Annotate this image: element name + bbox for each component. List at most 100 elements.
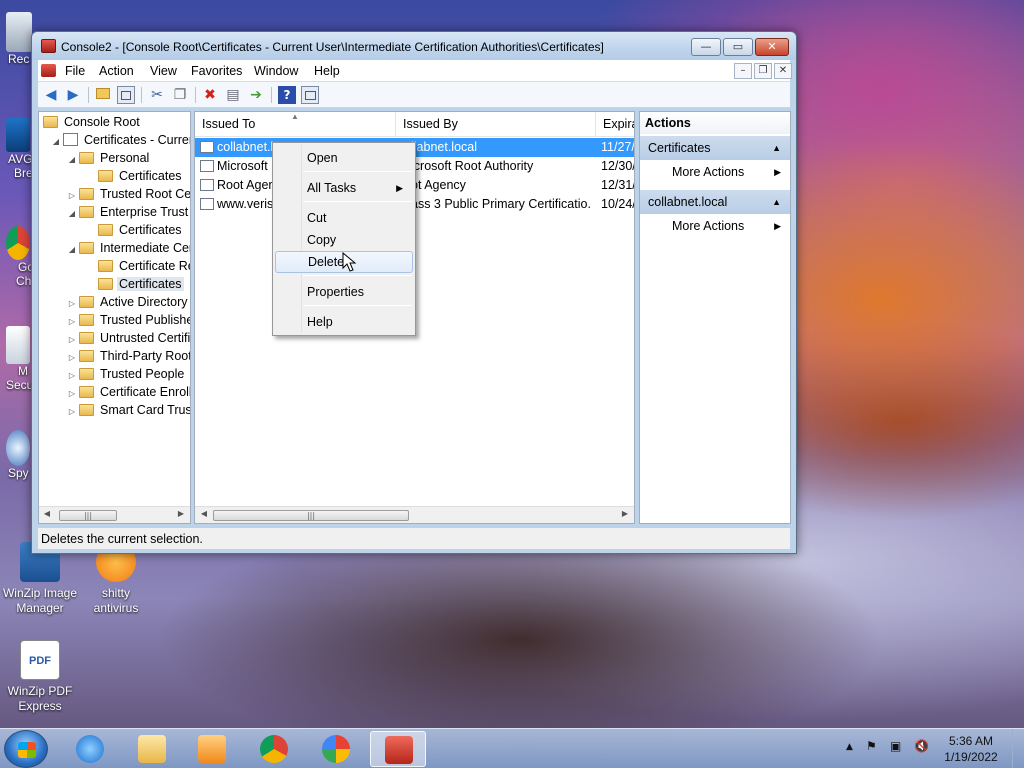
context-all-tasks[interactable]: All Tasks ▶ [275,177,413,199]
context-help[interactable]: Help [275,311,413,333]
minimize-button[interactable]: — [691,38,721,56]
scroll-right-arrow-icon[interactable]: ▶ [175,509,187,518]
tree-item-certificate-enrollment[interactable]: ▷ Certificate Enroll [65,383,190,401]
start-button[interactable] [4,730,48,768]
chrome-icon [260,735,288,763]
taskbar-security-app[interactable] [308,731,364,767]
console-tree: Console Root ◢ Certificates - Curren ◢ Per… [38,111,191,524]
taskbar-media-player[interactable] [184,731,240,767]
mdi-minimize-button[interactable]: – [734,63,752,79]
scroll-right-arrow-icon[interactable]: ▶ [619,509,631,518]
taskbar-mmc-console[interactable] [370,731,426,767]
help-icon[interactable]: ? [278,86,296,104]
more-actions-certificates[interactable]: More Actions ▶ [640,161,790,183]
tree-item-third-party-root[interactable]: ▷ Third-Party Root [65,347,190,365]
tree-item-intermediate-certificates[interactable]: Certificates [98,275,184,293]
menu-view[interactable]: View [150,64,177,78]
mmc-app-icon [41,39,56,53]
desktop-icon-winzip-pdf[interactable]: PDF WinZip PDF Express [0,640,80,714]
tree-item-personal[interactable]: ◢ Personal [65,149,151,167]
scroll-thumb[interactable]: ||| [59,510,117,521]
console-system-menu-icon[interactable] [41,64,56,77]
show-desktop-button[interactable] [1012,729,1024,768]
scroll-left-arrow-icon[interactable]: ◀ [41,509,53,518]
tree-item-enterprise-certificates[interactable]: Certificates [98,221,184,239]
certificate-icon [200,160,214,172]
delete-icon[interactable]: ✖ [201,86,219,104]
mdi-restore-button[interactable]: ❐ [754,63,772,79]
tree-item-trusted-publishers[interactable]: ▷ Trusted Publishe [65,311,190,329]
menu-window[interactable]: Window [254,64,298,78]
menu-favorites[interactable]: Favorites [191,64,242,78]
sort-arrow-icon: ▲ [291,112,299,121]
properties-icon[interactable]: ▤ [224,86,242,104]
desktop-icon-shitty-antivirus[interactable]: shitty antivirus [76,542,156,616]
collapse-triangle-icon[interactable]: ▲ [772,190,781,214]
tree-item-active-directory[interactable]: ▷ Active Directory [65,293,190,311]
menu-file[interactable]: File [65,64,85,78]
recycle-bin-icon[interactable]: Rec [0,8,32,78]
copy-icon[interactable]: ❐ [171,86,189,104]
context-copy[interactable]: Copy [275,229,413,251]
volume-muted-icon[interactable]: 🔇 [914,739,929,753]
tree-item-intermediate[interactable]: ◢ Intermediate Cer [65,239,190,259]
actions-title: Actions [640,112,790,134]
tree-item-trusted-people[interactable]: ▷ Trusted People [65,365,186,383]
title-bar[interactable]: Console2 - [Console Root\Certificates - … [32,32,796,60]
toolbar-separator [271,87,272,103]
certificate-icon [200,141,214,153]
security-desktop-icon[interactable]: M Secu [0,326,32,402]
list-horizontal-scrollbar[interactable]: ◀ ||| ▶ [195,506,634,523]
column-issued-by[interactable]: Issued By [396,112,596,137]
more-actions-collabnet[interactable]: More Actions ▶ [640,215,790,237]
tree-item-certificates-current-user[interactable]: ◢ Certificates - Curren [49,131,190,151]
show-hidden-icons-icon[interactable]: ▲ [846,742,853,752]
action-center-flag-icon[interactable]: ⚑ [866,739,877,753]
taskbar-windows-explorer[interactable] [124,731,180,767]
mdi-close-button[interactable]: ✕ [774,63,792,79]
close-button[interactable]: ✕ [755,38,789,56]
up-folder-icon[interactable] [94,86,112,104]
show-hide-tree-icon[interactable] [117,86,135,104]
menu-help[interactable]: Help [314,64,340,78]
expand-arrow-icon[interactable]: ◢ [65,205,79,223]
context-open[interactable]: Open [275,147,413,169]
context-cut[interactable]: Cut [275,207,413,229]
cut-icon[interactable]: ✂ [148,86,166,104]
menu-action[interactable]: Action [99,64,134,78]
column-expiration[interactable]: Expira [596,112,634,137]
tree-item-certificate-revocation[interactable]: Certificate Re [98,257,190,275]
expand-arrow-icon[interactable]: ◢ [65,151,79,169]
taskbar-chrome[interactable] [246,731,302,767]
tree-item-trusted-root[interactable]: ▷ Trusted Root Ce [65,185,190,203]
taskbar-internet-explorer[interactable] [62,731,118,767]
system-clock[interactable]: 5:36 AM 1/19/2022 [938,733,1004,765]
tree-horizontal-scrollbar[interactable]: ◀ ||| ▶ [39,506,190,523]
expand-arrow-icon[interactable]: ◢ [65,241,79,259]
tree-item-untrusted[interactable]: ▷ Untrusted Certifi [65,329,190,347]
export-list-icon[interactable]: ➔ [247,86,265,104]
scroll-left-arrow-icon[interactable]: ◀ [198,509,210,518]
expand-arrow-icon[interactable]: ◢ [49,133,63,151]
network-icon[interactable]: ▣ [890,739,901,753]
show-hide-action-pane-icon[interactable] [301,86,319,104]
collapsed-arrow-icon[interactable]: ▷ [65,403,79,421]
desktop-icon-winzip-image[interactable]: WinZip Image Manager [0,542,80,616]
tree-item-personal-certificates[interactable]: Certificates [98,167,184,185]
context-properties[interactable]: Properties [275,281,413,303]
collapse-triangle-icon[interactable]: ▲ [772,136,781,160]
forward-arrow-icon[interactable]: ▶ [64,86,82,104]
column-issued-to[interactable]: ▲ Issued To [195,112,396,137]
back-arrow-icon[interactable]: ◀ [42,86,60,104]
spybot-desktop-icon[interactable]: Spy [0,430,32,494]
actions-section-collabnet[interactable]: collabnet.local ▲ [640,190,790,214]
tree-item-smart-card-trusted[interactable]: ▷ Smart Card Trus [65,401,190,421]
maximize-button[interactable]: ▭ [723,38,753,56]
actions-pane: Actions Certificates ▲ More Actions ▶ co… [639,111,791,524]
avg-icon[interactable]: AVG Bre [0,118,32,190]
scroll-thumb[interactable]: ||| [213,510,409,521]
tree-item-enterprise-trust[interactable]: ◢ Enterprise Trust [65,203,190,221]
actions-section-certificates[interactable]: Certificates ▲ [640,136,790,160]
tree-item-console-root[interactable]: Console Root [43,113,142,131]
google-chrome-desktop-icon[interactable]: Go Ch [0,226,32,298]
